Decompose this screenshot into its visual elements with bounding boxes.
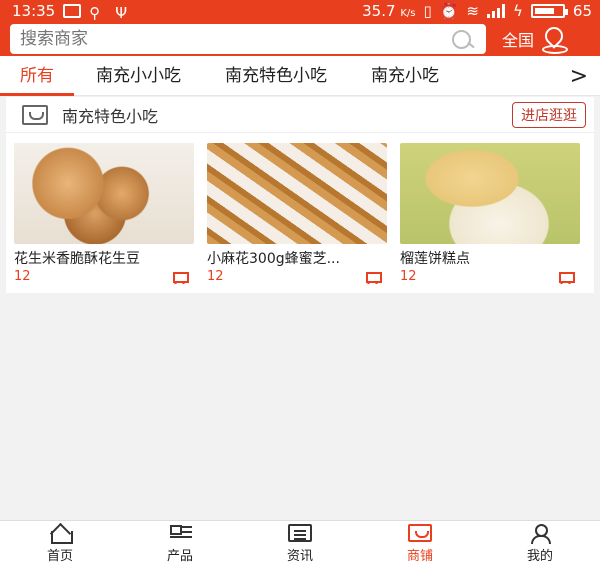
add-to-cart-icon[interactable] [170, 270, 189, 284]
usb-debug-icon: ⚲ [89, 4, 101, 22]
product-item[interactable]: 花生米香脆酥花生豆 12 [14, 143, 194, 284]
add-to-cart-icon[interactable] [363, 270, 382, 284]
image-notification-icon [63, 4, 82, 18]
product-list-icon [168, 524, 192, 542]
nav-news[interactable]: 资讯 [240, 521, 360, 566]
product-price: 12 [14, 269, 31, 284]
product-price: 12 [207, 269, 224, 284]
product-image[interactable] [14, 143, 194, 244]
region-selector[interactable]: 全国 [502, 27, 569, 54]
shop-title[interactable]: 南充特色小吃 [22, 103, 158, 127]
wifi-icon: ≋ [466, 2, 479, 20]
product-name: 小麻花300g蜂蜜芝... [207, 251, 340, 267]
bottom-nav: 首页 产品 资讯 商铺 我的 [0, 520, 600, 566]
nav-products[interactable]: 产品 [120, 521, 240, 566]
store-icon [22, 104, 48, 125]
product-list: 花生米香脆酥花生豆 12 小麻花300g蜂蜜芝... 12 榴莲饼糕点 12 [6, 133, 594, 284]
search-box[interactable] [10, 24, 486, 54]
tab-nanchong-snacks[interactable]: 南充小吃 [349, 56, 461, 96]
news-icon [288, 523, 312, 542]
nav-home[interactable]: 首页 [0, 521, 120, 566]
region-label: 全国 [502, 31, 535, 50]
nav-profile-label: 我的 [526, 548, 553, 564]
product-item[interactable]: 小麻花300g蜂蜜芝... 12 [207, 143, 387, 284]
alarm-icon: ⏰ [439, 2, 459, 20]
status-time: 13:35 [12, 2, 56, 20]
product-item[interactable]: 榴莲饼糕点 12 [400, 143, 580, 284]
shop-card: 南充特色小吃 进店逛逛 花生米香脆酥花生豆 12 小麻花300g蜂蜜芝... 1… [6, 97, 594, 293]
store-icon [408, 523, 432, 542]
search-input[interactable] [20, 29, 420, 49]
nav-home-label: 首页 [46, 548, 73, 564]
shop-header: 南充特色小吃 进店逛逛 [6, 97, 594, 133]
nav-shops-label: 商铺 [406, 548, 433, 564]
product-name: 榴莲饼糕点 [400, 251, 470, 267]
app-header: 13:35 ⚲ Ψ 35.7 K/s ▯ ⏰ ≋ ϟ 65 全国 [0, 0, 600, 56]
home-icon [48, 524, 73, 544]
battery-icon [530, 4, 568, 18]
category-tabs: 所有 南充小小吃 南充特色小吃 南充小吃 > [0, 56, 600, 96]
battery-level: 65 [572, 2, 592, 20]
usb-icon: Ψ [115, 4, 128, 22]
tabs-more-icon[interactable]: > [570, 64, 588, 89]
tab-nanchong-snacks-small[interactable]: 南充小小吃 [74, 56, 203, 96]
nav-products-label: 产品 [166, 548, 193, 564]
nav-shops[interactable]: 商铺 [360, 521, 480, 566]
shop-name: 南充特色小吃 [62, 106, 159, 126]
product-name: 花生米香脆酥花生豆 [14, 251, 140, 267]
charging-icon: ϟ [513, 2, 523, 20]
search-row: 全国 [0, 22, 600, 56]
search-icon[interactable] [450, 29, 476, 49]
product-image[interactable] [400, 143, 580, 244]
add-to-cart-icon[interactable] [556, 270, 575, 284]
product-image[interactable] [207, 143, 387, 244]
tab-all[interactable]: 所有 [0, 56, 74, 96]
signal-icon [487, 4, 505, 18]
user-icon [528, 523, 552, 544]
vibrate-icon: ▯ [423, 2, 432, 20]
tab-nanchong-specialty-snacks[interactable]: 南充特色小吃 [203, 56, 349, 96]
nav-profile[interactable]: 我的 [480, 521, 600, 566]
location-pin-icon [542, 27, 569, 54]
network-speed: 35.7 K/s [362, 2, 416, 20]
visit-shop-button[interactable]: 进店逛逛 [512, 101, 586, 128]
product-price: 12 [400, 269, 417, 284]
status-bar: 13:35 ⚲ Ψ 35.7 K/s ▯ ⏰ ≋ ϟ 65 [0, 0, 600, 22]
nav-news-label: 资讯 [286, 548, 313, 564]
